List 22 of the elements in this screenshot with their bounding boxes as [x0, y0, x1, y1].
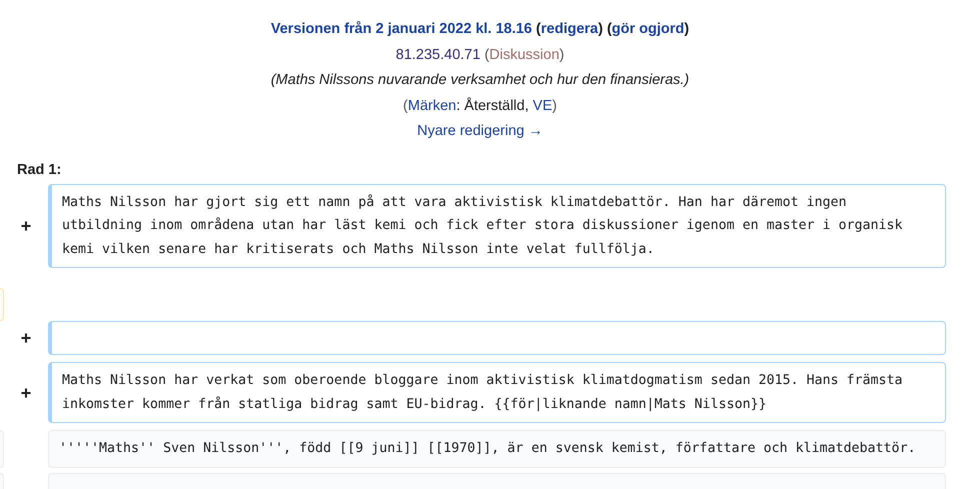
talk-link[interactable]: Diskussion — [489, 46, 560, 62]
header-text: ) — [559, 46, 564, 62]
header-text: ( — [483, 46, 490, 62]
header-text: ) — [552, 98, 557, 114]
header-text: : Återställd, — [456, 98, 530, 114]
added-marker: + — [20, 329, 32, 347]
header-link[interactable]: Versionen från 2 januari 2022 kl. 18.16 — [270, 21, 532, 37]
header-text: ( — [535, 21, 541, 37]
line-number-heading: Rad 1: — [17, 160, 62, 180]
header-link[interactable]: redigera — [540, 21, 598, 37]
user-link[interactable]: 81.235.40.71 — [396, 46, 480, 62]
header-link[interactable]: Märken — [408, 98, 456, 114]
added-marker: + — [20, 216, 32, 235]
header-link[interactable]: gör ogjord — [612, 21, 684, 37]
header-text: ) ( — [598, 21, 612, 37]
header-link[interactable]: Nyare redigering → — [417, 123, 543, 139]
deleted-line-box — [0, 288, 4, 321]
added-marker: + — [20, 384, 32, 402]
edit-summary: (Maths Nilssons nuvarande verksamhet och hur den finansieras.) — [270, 72, 690, 88]
header-text: ( — [403, 98, 408, 114]
header-text: ) — [684, 21, 690, 37]
header-link[interactable]: VE — [532, 98, 552, 114]
